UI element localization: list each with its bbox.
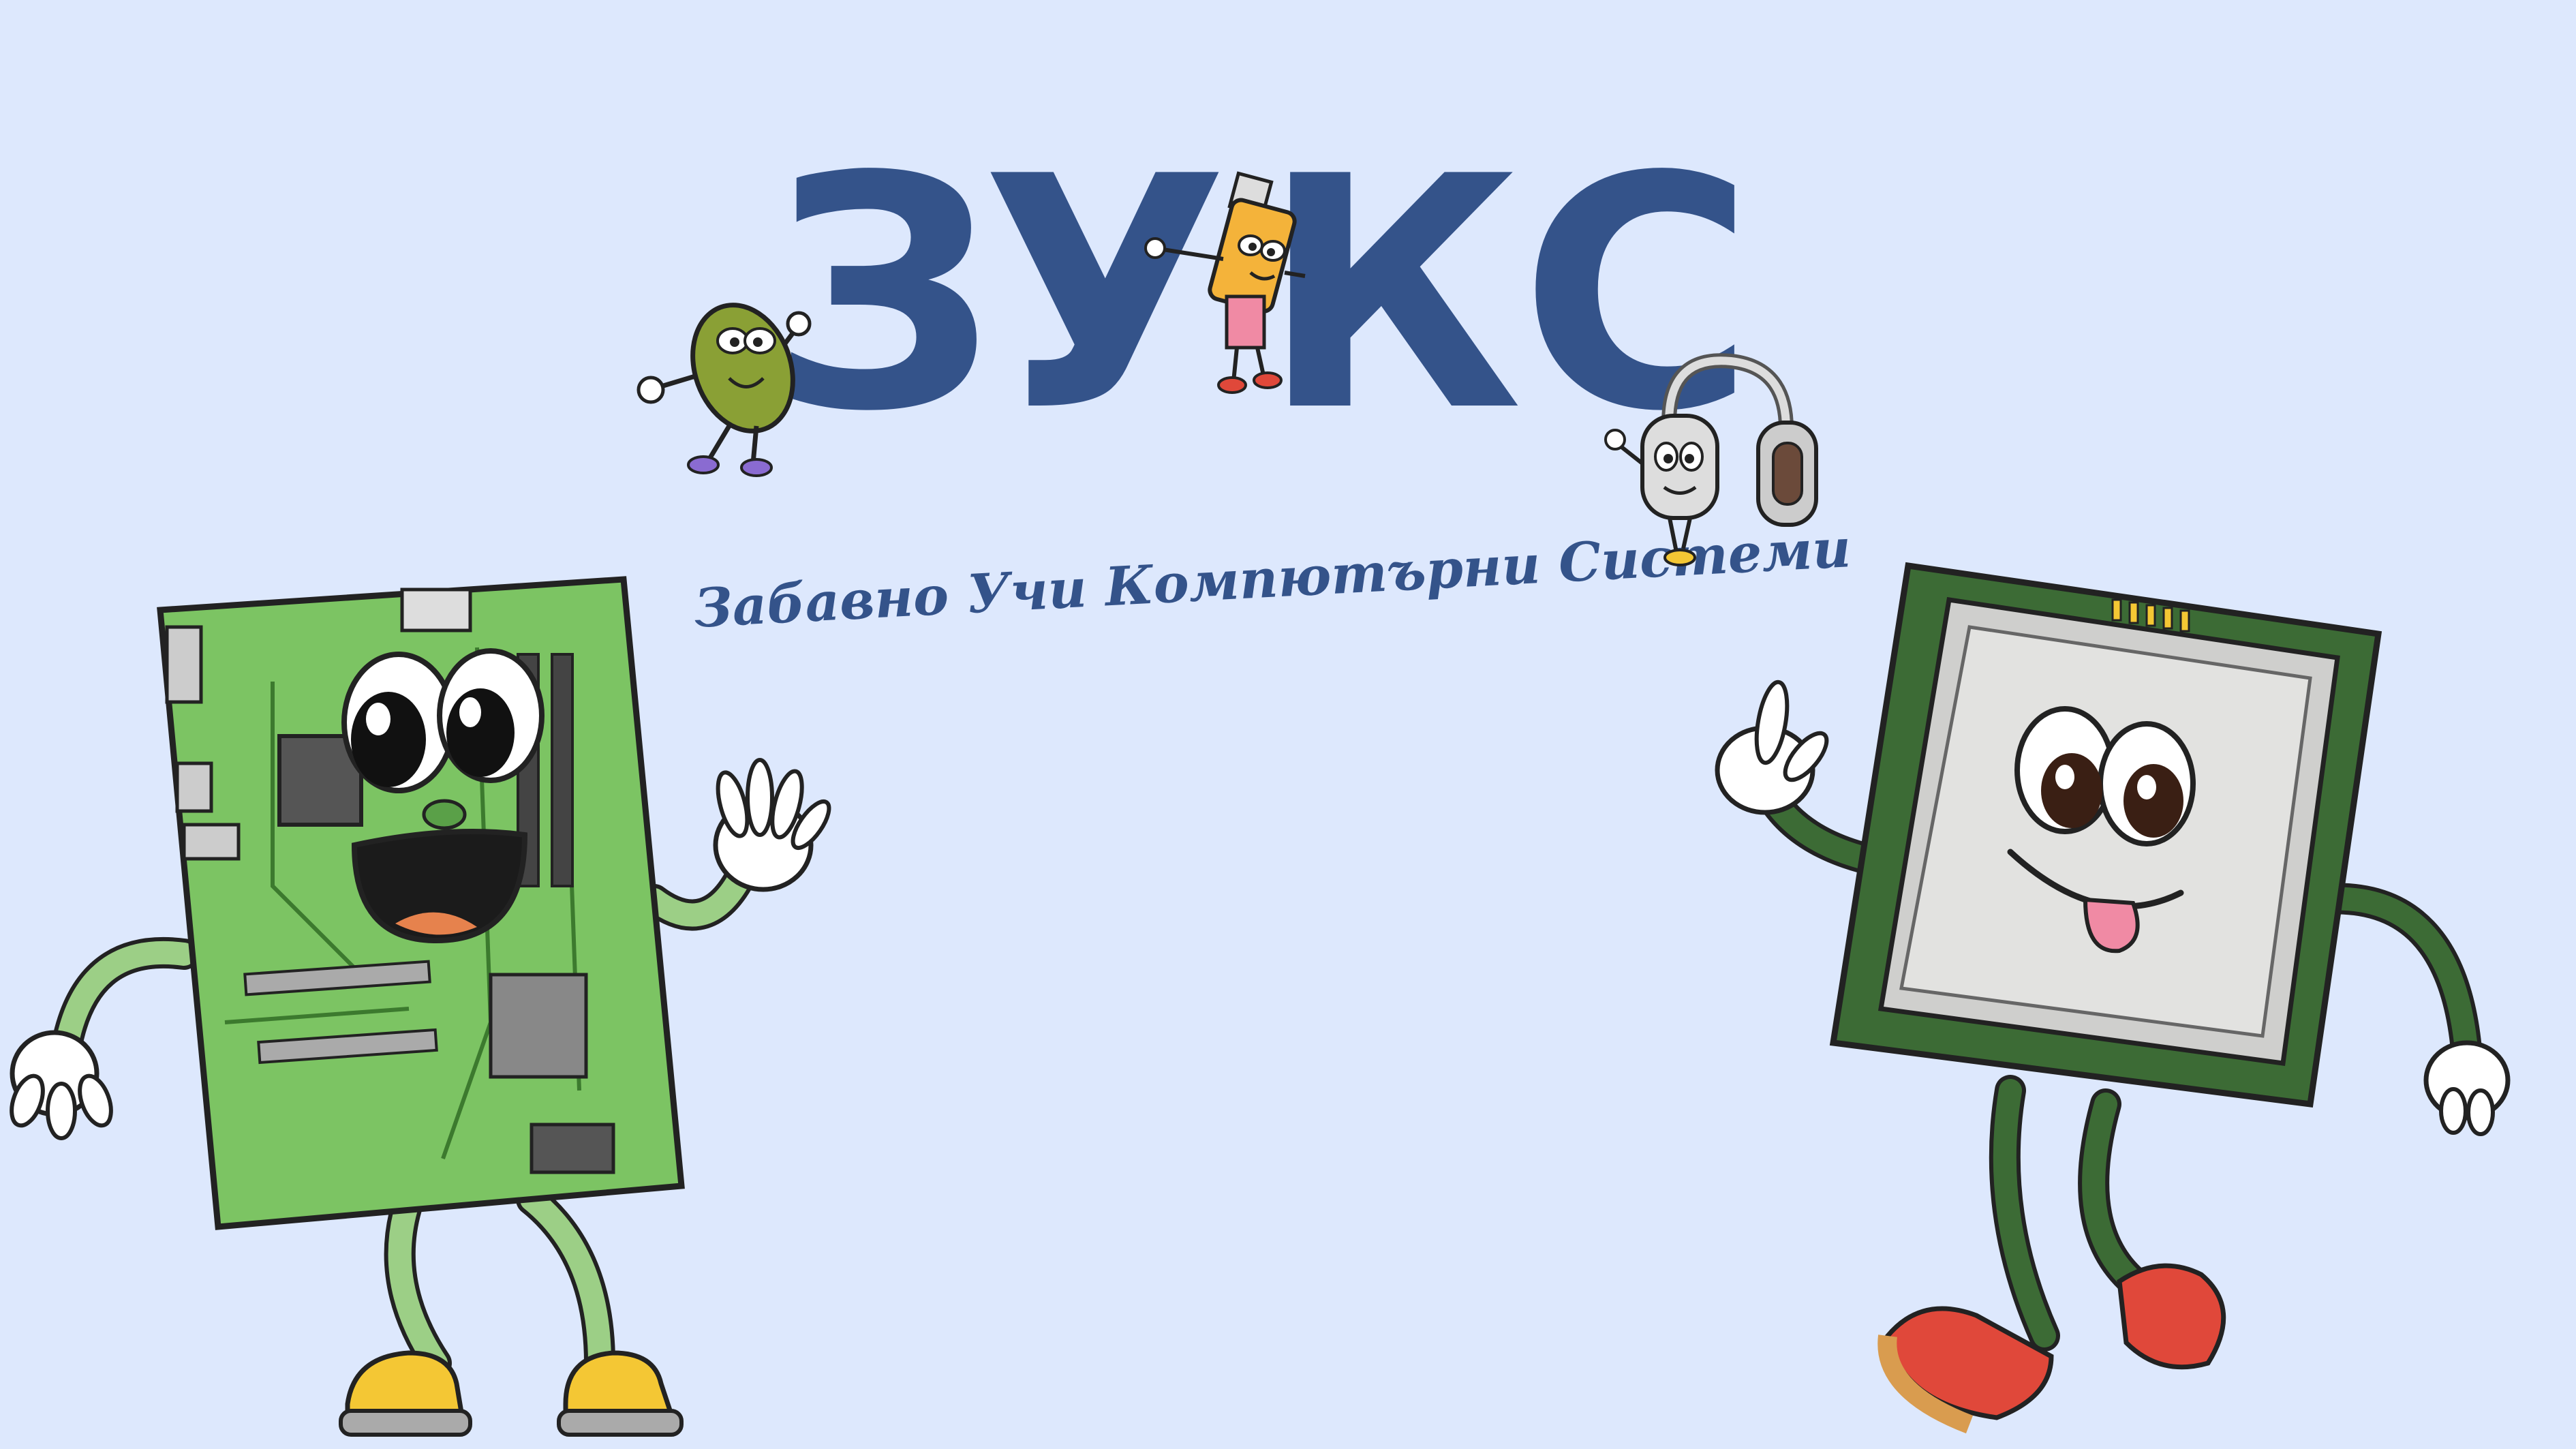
logo-letter-2: У [981,108,1228,481]
logo-letter-3: К [1261,108,1522,481]
logo-letter-4: С [1520,108,1755,481]
motherboard-right-glove [713,758,831,892]
cpu-pointing-glove [1715,680,1829,815]
cpu-right-shoe [2117,1263,2226,1370]
cpu-right-glove [2423,1040,2511,1136]
motherboard-left-glove [10,1030,113,1140]
banner: З У К С Забавно Учи Компютърни Системи [0,0,2576,1449]
motherboard-right-shoe [557,1350,684,1437]
banner-artwork: З У К С Забавно Учи Компютърни Системи [10,108,2511,1437]
tagline: Забавно Учи Компютърни Системи [692,517,1852,640]
cpu-mascot [1715,562,2511,1434]
logo-letter-1: З [770,108,998,481]
motherboard-mascot [10,576,831,1437]
